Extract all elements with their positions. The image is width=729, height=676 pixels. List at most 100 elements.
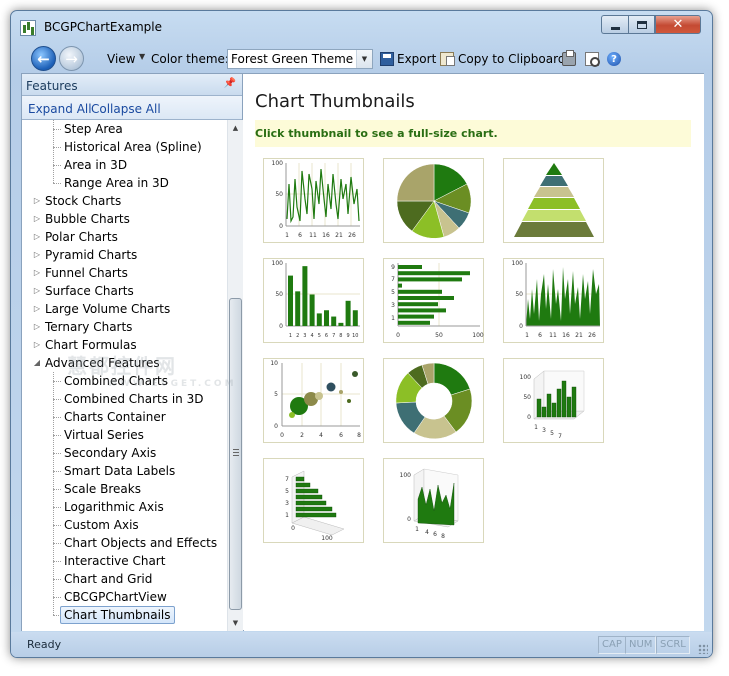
tree-item[interactable]: Step Area xyxy=(64,120,123,138)
color-theme-select[interactable]: Forest Green Theme ▼ xyxy=(227,49,373,69)
help-icon[interactable]: ? xyxy=(607,52,621,66)
line-y-tick: 0 xyxy=(279,223,283,230)
tree-item[interactable]: Chart Thumbnails xyxy=(60,606,175,624)
tree-connector xyxy=(53,471,61,472)
tree-item[interactable]: ▷ Ternary Charts xyxy=(34,318,133,336)
tree-item-label: Surface Charts xyxy=(45,284,134,298)
hint-text: Click thumbnail to see a full-size chart… xyxy=(255,127,498,140)
thumbnail-doughnut-chart[interactable] xyxy=(383,358,484,443)
pin-icon[interactable]: 📌 xyxy=(224,78,236,89)
collapsed-arrow-icon[interactable]: ▷ xyxy=(31,282,43,300)
thumbnail-hbar3d-chart[interactable]: 7 5 3 1 0 100 xyxy=(263,458,364,543)
tree-item[interactable]: Chart and Grid xyxy=(64,570,152,588)
collapsed-arrow-icon[interactable]: ▷ xyxy=(31,300,43,318)
scroll-up-icon[interactable]: ▲ xyxy=(228,120,243,136)
tree-item-label: Ternary Charts xyxy=(45,320,133,334)
tree-item[interactable]: Chart Objects and Effects xyxy=(64,534,217,552)
view-dropdown-icon[interactable]: ▼ xyxy=(139,52,145,61)
features-header: Features 📌 xyxy=(22,74,242,96)
tree-item-label: Stock Charts xyxy=(45,194,122,208)
tree-item-label: Bubble Charts xyxy=(45,212,130,226)
collapsed-arrow-icon[interactable]: ▷ xyxy=(31,318,43,336)
bar3d-x-tick: 5 xyxy=(550,430,554,437)
tree-item[interactable]: ▷ Polar Charts xyxy=(34,228,118,246)
collapsed-arrow-icon[interactable]: ▷ xyxy=(31,264,43,282)
thumbnail-area3d-chart[interactable]: 100 0 1 4 6 8 xyxy=(383,458,484,543)
close-button[interactable]: ✕ xyxy=(655,15,701,34)
collapsed-arrow-icon[interactable]: ▷ xyxy=(31,228,43,246)
collapsed-arrow-icon[interactable]: ▷ xyxy=(31,192,43,210)
bar-x-tick: 2 xyxy=(296,333,299,339)
collapsed-arrow-icon[interactable]: ▷ xyxy=(31,210,43,228)
view-menu[interactable]: View xyxy=(107,52,135,66)
minimize-button[interactable] xyxy=(601,15,628,34)
resize-grip-icon[interactable] xyxy=(698,644,708,654)
thumbnail-area-chart[interactable]: 100 50 0 1 6 11 16 21 26 xyxy=(503,258,604,343)
maximize-button[interactable] xyxy=(628,15,655,34)
bar-mark xyxy=(302,266,308,326)
expand-all-link[interactable]: Expand All xyxy=(28,102,92,116)
tree-item[interactable]: ▷ Stock Charts xyxy=(34,192,122,210)
tree-connector xyxy=(53,525,61,526)
tree-item[interactable]: Custom Axis xyxy=(64,516,139,534)
tree-item[interactable]: Charts Container xyxy=(64,408,166,426)
bar-x-tick: 1 xyxy=(289,333,292,339)
bar-mark xyxy=(345,300,351,326)
tree-item[interactable]: ▷ Surface Charts xyxy=(34,282,134,300)
collapsed-arrow-icon[interactable]: ▷ xyxy=(31,336,43,354)
hbar3d-y-tick: 1 xyxy=(285,512,289,519)
tree-item[interactable]: ▷ Bubble Charts xyxy=(34,210,130,228)
tree-item[interactable]: Area in 3D xyxy=(64,156,127,174)
thumbnail-bar3d-chart[interactable]: 100 50 0 1 3 5 7 xyxy=(503,358,604,443)
thumbnail-bar-chart[interactable]: 100 50 0 1 2 3 4 5 6 7 8 9 10 xyxy=(263,258,364,343)
bubble-y-tick: 5 xyxy=(274,391,278,398)
tree-item[interactable]: Interactive Chart xyxy=(64,552,165,570)
export-button[interactable]: Export xyxy=(397,52,436,66)
collapse-all-link[interactable]: Collapse All xyxy=(91,102,161,116)
hbar-mark xyxy=(398,265,422,269)
tree-item-label: Custom Axis xyxy=(64,518,139,532)
expanded-arrow-icon[interactable]: ◢ xyxy=(31,354,43,372)
tree-item[interactable]: Scale Breaks xyxy=(64,480,141,498)
tree-item[interactable]: Secondary Axis xyxy=(64,444,156,462)
thumbnail-bubble-chart[interactable]: 10 5 0 0 2 4 6 8 xyxy=(263,358,364,443)
tree-connector xyxy=(53,579,61,580)
line-x-tick: 1 xyxy=(285,232,289,239)
scroll-down-icon[interactable]: ▼ xyxy=(228,615,243,631)
line-x-tick: 26 xyxy=(348,232,356,239)
scroll-thumb[interactable] xyxy=(229,298,242,610)
print-preview-icon[interactable] xyxy=(585,52,600,67)
export-icon[interactable] xyxy=(380,52,394,66)
back-button[interactable]: ← xyxy=(31,46,56,71)
bar-chart-svg: 100 50 0 1 2 3 4 5 6 7 8 9 10 xyxy=(272,260,360,339)
line-x-tick: 11 xyxy=(309,232,317,239)
collapsed-arrow-icon[interactable]: ▷ xyxy=(31,246,43,264)
tree-item-label: Secondary Axis xyxy=(64,446,157,460)
thumbnail-pie-chart[interactable] xyxy=(383,158,484,243)
tree-item[interactable]: CBCGPChartView xyxy=(64,588,167,606)
tree-item[interactable]: Combined Charts in 3D xyxy=(64,390,203,408)
chevron-down-icon[interactable]: ▼ xyxy=(356,50,372,68)
bar-x-tick: 5 xyxy=(318,333,321,339)
thumbnail-pyramid-chart[interactable] xyxy=(503,158,604,243)
clipboard-icon[interactable] xyxy=(440,52,455,66)
tree-item[interactable]: Historical Area (Spline) xyxy=(64,138,202,156)
hbar3d-y-tick: 3 xyxy=(285,500,289,507)
thumbnail-hbar-chart[interactable]: 9 7 5 3 1 0 50 100 xyxy=(383,258,484,343)
forward-button[interactable]: → xyxy=(59,46,84,71)
tree-item-label: Interactive Chart xyxy=(64,554,166,568)
tree-item[interactable]: ▷ Pyramid Charts xyxy=(34,246,137,264)
tree-item[interactable]: ▷ Funnel Charts xyxy=(34,264,128,282)
bar-mark xyxy=(309,294,315,326)
print-icon[interactable] xyxy=(562,50,576,66)
tree-item[interactable]: Range Area in 3D xyxy=(64,174,169,192)
tree-item[interactable]: Smart Data Labels xyxy=(64,462,175,480)
tree-item[interactable]: Virtual Series xyxy=(64,426,144,444)
app-window: BCGPChartExample ✕ ← → View ▼ Color them… xyxy=(10,10,713,658)
tree-connector xyxy=(53,381,61,382)
tree-item[interactable]: Logarithmic Axis xyxy=(64,498,164,516)
tree-item[interactable]: ▷ Large Volume Charts xyxy=(34,300,170,318)
thumbnail-line-chart[interactable]: 100 50 0 1 6 11 16 21 26 xyxy=(263,158,364,243)
bar3d-x-tick: 1 xyxy=(534,424,538,431)
copy-to-clipboard-button[interactable]: Copy to Clipboard xyxy=(458,52,565,66)
